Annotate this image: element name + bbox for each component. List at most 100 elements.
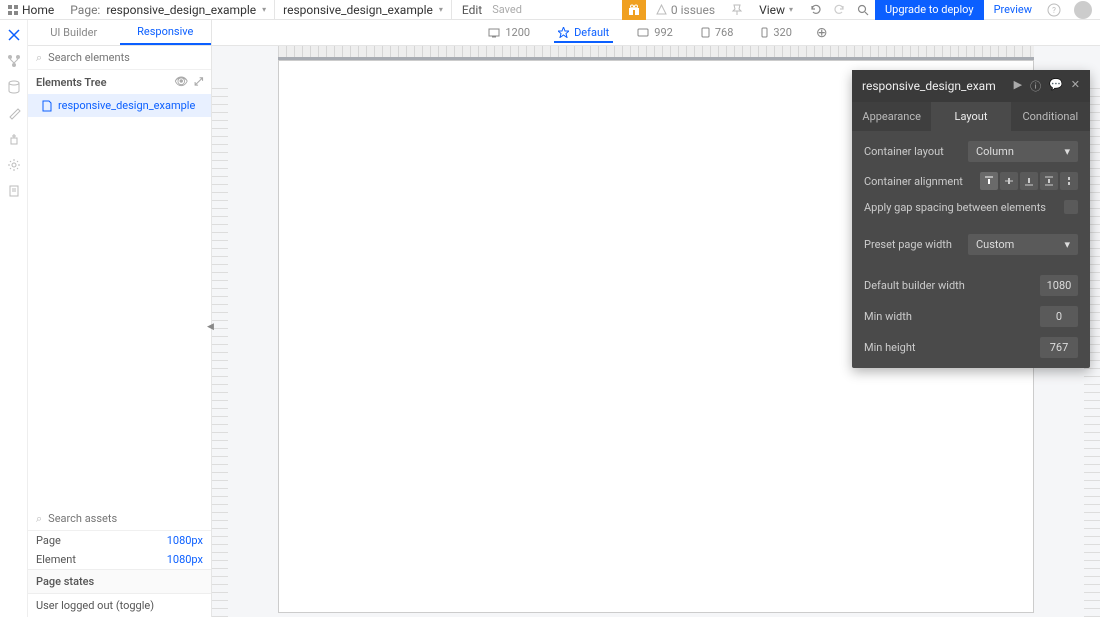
tree-item-page[interactable]: responsive_design_example [28,94,211,117]
mobile-icon [761,27,768,38]
star-icon [558,27,569,38]
plugins-tab-icon[interactable] [7,132,21,146]
avatar[interactable] [1074,1,1092,19]
default-width-input[interactable] [1040,275,1078,296]
redo-icon [833,3,846,16]
breakpoint-768[interactable]: 768 [697,22,738,43]
search-icon: ⌕ [36,512,42,526]
pin-button[interactable] [725,0,749,20]
alignment-buttons [980,172,1078,190]
breakpoint-default[interactable]: Default [554,22,613,43]
align-middle-button[interactable] [1000,172,1018,190]
min-width-row: Min width [864,306,1078,327]
settings-tab-icon[interactable] [7,158,21,172]
data-tab-icon[interactable] [7,80,21,94]
page-states-header: Page states [28,569,211,594]
collapse-panel-handle[interactable]: ◀ [207,322,213,332]
eye-icon[interactable]: 👁 [174,75,188,89]
default-width-label: Default builder width [864,279,965,292]
tablet-landscape-icon [637,28,649,37]
chevron-down-icon: ▾ [1064,145,1070,158]
tab-layout[interactable]: Layout [931,102,1010,131]
preset-width-label: Preset page width [864,238,952,251]
issues-button[interactable]: 0 issues [646,3,725,17]
preset-width-select[interactable]: Custom ▾ [968,234,1078,255]
play-icon[interactable]: ▶ [1014,78,1022,94]
gift-icon [628,4,640,16]
align-space-between-button[interactable] [1040,172,1058,190]
undo-icon [809,3,822,16]
edit-label: Edit [452,3,492,17]
logs-tab-icon[interactable] [7,184,21,198]
tree-header-label: Elements Tree [36,76,107,89]
left-panel: UI Builder Responsive ⌕ Elements Tree 👁 … [28,20,212,617]
property-panel-header[interactable]: responsive_design_exam ▶ ⓘ 💬 ✕ [852,70,1090,102]
page-selector[interactable]: Page: responsive_design_example ▾ [62,0,275,19]
comment-icon[interactable]: 💬 [1049,78,1063,94]
container-layout-label: Container layout [864,145,944,158]
breakpoint-992[interactable]: 992 [633,22,677,43]
page-width-value[interactable]: 1080px [167,534,203,547]
redo-button[interactable] [827,0,851,20]
state-user-logged-out[interactable]: User logged out (toggle) [28,594,211,617]
preview-link[interactable]: Preview [984,3,1042,16]
expand-icon[interactable]: ⤢ [194,75,203,89]
upgrade-button[interactable]: Upgrade to deploy [875,0,984,20]
top-toolbar: Home Page: responsive_design_example ▾ r… [0,0,1100,20]
element-width-value[interactable]: 1080px [167,553,203,566]
help-icon: ? [1047,3,1061,17]
property-tabs: Appearance Layout Conditional [852,102,1090,131]
align-bottom-button[interactable] [1020,172,1038,190]
ruler-left [212,88,228,617]
view-menu[interactable]: View ▾ [749,3,803,17]
upgrade-label: Upgrade to deploy [885,3,974,16]
property-panel-title: responsive_design_exam [862,79,996,93]
min-width-input[interactable] [1040,306,1078,327]
tab-responsive[interactable]: Responsive [120,20,212,45]
breakpoint-1200[interactable]: 1200 [484,22,534,43]
align-top-button[interactable] [980,172,998,190]
pin-icon [731,4,743,16]
search-icon: ⌕ [36,51,42,65]
view-menu-label: View [759,3,785,17]
search-button[interactable] [851,0,875,20]
view-name: responsive_design_example [283,3,433,17]
page-width-label: Page [36,534,61,547]
page-icon [42,100,52,112]
min-width-label: Min width [864,310,912,323]
search-elements-input[interactable] [48,51,203,64]
help-button[interactable]: ? [1042,0,1066,20]
tree-item-label: responsive_design_example [58,99,195,112]
undo-button[interactable] [803,0,827,20]
align-space-around-button[interactable] [1060,172,1078,190]
min-height-label: Min height [864,341,915,354]
icon-rail [0,20,28,617]
search-assets-input[interactable] [48,512,203,525]
workflow-tab-icon[interactable] [7,54,21,68]
breakpoint-320[interactable]: 320 [757,22,796,43]
gift-button[interactable] [622,0,646,20]
element-width-row: Element 1080px [28,550,211,569]
gap-spacing-checkbox[interactable] [1064,200,1078,214]
container-layout-select[interactable]: Column ▾ [968,141,1078,162]
gap-spacing-label: Apply gap spacing between elements [864,201,1046,214]
tab-appearance[interactable]: Appearance [852,102,931,131]
element-width-label: Element [36,553,76,566]
close-icon[interactable]: ✕ [1071,78,1080,94]
design-tab-icon[interactable] [7,28,21,42]
default-width-row: Default builder width [864,275,1078,296]
add-breakpoint-button[interactable]: ⊕ [816,25,828,41]
chevron-down-icon: ▾ [262,5,266,14]
grid-icon [8,5,18,15]
info-icon[interactable]: ⓘ [1030,78,1041,94]
tab-conditional[interactable]: Conditional [1011,102,1090,131]
search-icon [857,4,869,16]
tab-ui-builder[interactable]: UI Builder [28,20,120,45]
chevron-down-icon: ▾ [439,5,443,14]
min-height-input[interactable] [1040,337,1078,358]
page-name: responsive_design_example [106,3,256,17]
styles-tab-icon[interactable] [7,106,21,120]
view-selector[interactable]: responsive_design_example ▾ [275,0,452,19]
property-body: Container layout Column ▾ Container alig… [852,131,1090,368]
home-button[interactable]: Home [0,0,62,19]
